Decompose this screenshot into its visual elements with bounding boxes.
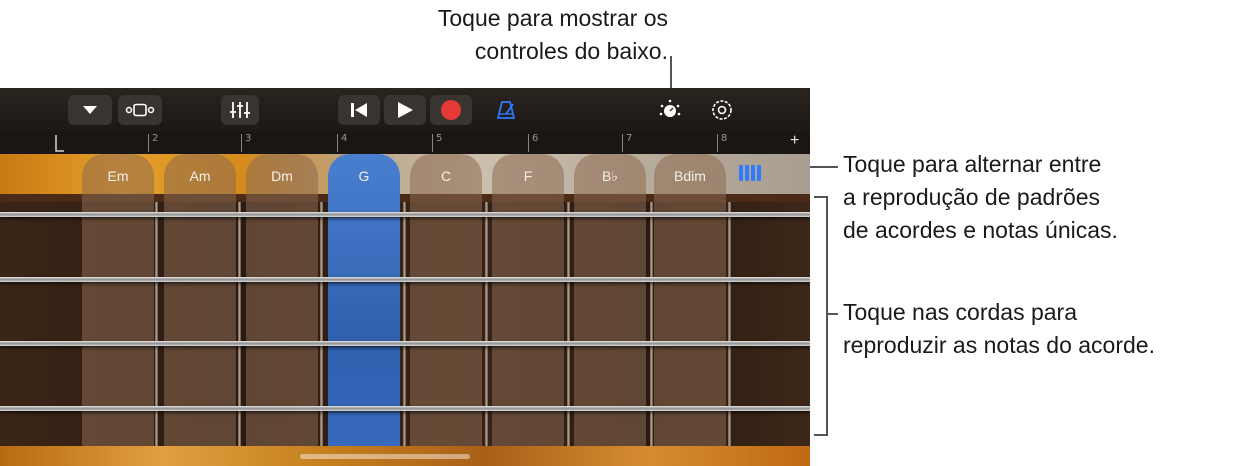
chord-label: C	[440, 168, 452, 184]
chord-label: F	[523, 168, 533, 184]
callout-mode-line2: a reprodução de padrões	[843, 184, 1101, 210]
mixer-button[interactable]	[221, 95, 259, 125]
chord-label: G	[358, 168, 370, 184]
playhead-icon[interactable]	[54, 134, 66, 152]
toggle-bars-icon	[751, 165, 755, 181]
dropdown-button[interactable]	[68, 95, 112, 125]
go-to-start-icon	[351, 103, 367, 117]
ruler-bar-8: 8	[721, 133, 728, 144]
callout-strings-line2: reproduzir as notas do acorde.	[843, 332, 1155, 358]
chord-label: Em	[107, 168, 129, 184]
add-section-button[interactable]: +	[790, 132, 799, 150]
ruler-bar-7: 7	[626, 133, 633, 144]
home-indicator[interactable]	[300, 454, 470, 459]
callout-strings-line1: Toque nas cordas para	[843, 299, 1077, 325]
callout-bass-controls-line2: controles do baixo.	[474, 38, 668, 64]
ruler-tick	[528, 134, 529, 152]
chord-strip-c[interactable]: C	[410, 154, 482, 466]
play-icon	[398, 102, 413, 118]
ruler-bar-5: 5	[436, 133, 443, 144]
chord-strip-am[interactable]: Am	[164, 154, 236, 466]
chord-strip-bb[interactable]: B♭	[574, 154, 646, 466]
settings-button[interactable]	[704, 95, 740, 125]
chord-strip-bdim[interactable]: Bdim	[654, 154, 726, 466]
bass-fretboard[interactable]: Em Am Dm G C F B♭ Bdim	[0, 154, 810, 466]
callout-mode-line1: Toque para alternar entre	[843, 151, 1102, 177]
callout-line-strings	[826, 313, 838, 315]
toggle-bars-icon	[739, 165, 743, 181]
ruler-tick	[622, 134, 623, 152]
chord-notes-toggle-button[interactable]	[736, 162, 764, 184]
chord-strip-g-selected[interactable]: G	[328, 154, 400, 466]
play-button[interactable]	[384, 95, 426, 125]
chord-strip-dm[interactable]: Dm	[246, 154, 318, 466]
bass-controls-button[interactable]	[652, 95, 688, 125]
dropdown-icon	[83, 106, 97, 114]
bass-string-4[interactable]	[0, 406, 810, 411]
ruler-bar-3: 3	[245, 133, 252, 144]
callout-bass-controls-line1: Toque para mostrar os	[437, 5, 668, 31]
record-icon	[441, 100, 461, 120]
ruler-tick	[241, 134, 242, 152]
callout-mode-toggle: Toque para alternar entre a reprodução d…	[843, 148, 1118, 247]
ruler-bar-4: 4	[341, 133, 348, 144]
chord-strip-em[interactable]: Em	[82, 154, 154, 466]
ruler-tick	[337, 134, 338, 152]
settings-icon	[712, 100, 732, 120]
mixer-icon	[230, 102, 250, 118]
record-button[interactable]	[430, 95, 472, 125]
timeline-ruler[interactable]: 2 3 4 5 6 7 8 +	[0, 132, 810, 155]
go-to-start-button[interactable]	[338, 95, 380, 125]
metronome-icon	[497, 101, 515, 119]
bass-string-3[interactable]	[0, 341, 810, 346]
ruler-bar-6: 6	[532, 133, 539, 144]
chord-strip-f[interactable]: F	[492, 154, 564, 466]
ruler-tick	[717, 134, 718, 152]
bass-string-2[interactable]	[0, 277, 810, 282]
callout-bracket-strings	[814, 196, 828, 436]
chord-label: Am	[189, 168, 211, 184]
toggle-bars-icon	[757, 165, 761, 181]
view-toggle-button[interactable]	[118, 95, 162, 125]
ruler-tick	[432, 134, 433, 152]
ruler-bar-2: 2	[152, 133, 159, 144]
chord-label: B♭	[602, 168, 618, 184]
chord-label: Bdim	[674, 168, 706, 184]
callout-mode-line3: de acordes e notas únicas.	[843, 217, 1118, 243]
toggle-bars-icon	[745, 165, 749, 181]
metronome-button[interactable]	[488, 95, 524, 125]
bass-string-1[interactable]	[0, 212, 810, 217]
control-bar	[0, 88, 810, 132]
ruler-tick	[148, 134, 149, 152]
view-toggle-icon	[125, 103, 155, 117]
garageband-bass-app: 2 3 4 5 6 7 8 + Em Am Dm G C F B♭ Bdim	[0, 88, 810, 466]
controls-knob-icon	[659, 99, 681, 117]
callout-bass-controls: Toque para mostrar os controles do baixo…	[370, 2, 668, 68]
chord-label: Dm	[271, 168, 293, 184]
callout-strings: Toque nas cordas para reproduzir as nota…	[843, 296, 1155, 362]
